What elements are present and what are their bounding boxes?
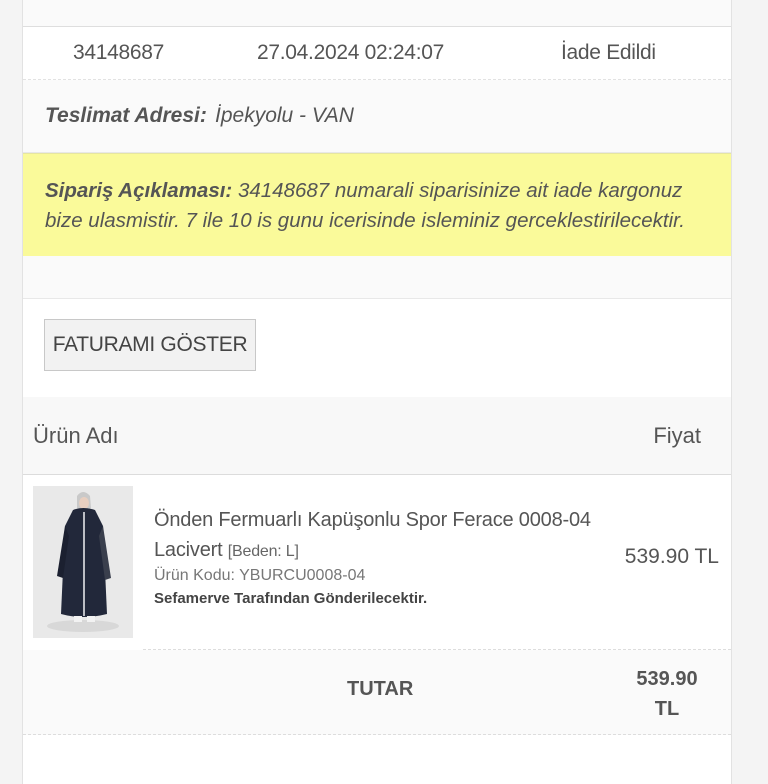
table-row: Önden Fermuarlı Kapüşonlu Spor Ferace 00… <box>23 475 731 649</box>
product-name-text: Önden Fermuarlı Kapüşonlu Spor Ferace 00… <box>154 509 591 561</box>
total-label: TUTAR <box>347 678 414 700</box>
product-table-header: Ürün Adı Fiyat <box>23 397 731 475</box>
spacer-row <box>23 256 731 299</box>
product-thumbnail-illustration <box>33 486 133 638</box>
delivery-address-row: Teslimat Adresi: İpekyolu - VAN <box>23 80 731 153</box>
order-detail-panel: 34148687 27.04.2024 02:24:07 İade Edildi… <box>22 0 732 784</box>
order-number: 34148687 <box>73 41 165 64</box>
order-summary-row: 34148687 27.04.2024 02:24:07 İade Edildi <box>23 27 731 80</box>
product-sender: Sefamerve Tarafından Gönderilecektir. <box>154 590 428 607</box>
product-code: Ürün Kodu: YBURCU0008-04 <box>154 567 366 584</box>
total-row: TUTAR 539.90 TL <box>23 650 731 735</box>
order-header-row-cut <box>23 0 731 27</box>
product-price: 539.90 TL <box>624 545 719 568</box>
order-note-text: Sipariş Açıklaması: 34148687 numarali si… <box>45 176 717 236</box>
delivery-address-value: İpekyolu - VAN <box>215 104 354 127</box>
total-currency: TL <box>654 698 680 720</box>
total-amount: 539.90 <box>636 668 698 690</box>
product-size: [Beden: L] <box>227 543 299 560</box>
column-price: Fiyat <box>653 423 701 448</box>
delivery-address-label: Teslimat Adresi: <box>45 104 207 127</box>
order-status: İade Edildi <box>561 41 656 64</box>
total-value: 539.90 TL <box>627 664 707 724</box>
product-image[interactable] <box>33 486 133 638</box>
column-product-name: Ürün Adı <box>33 423 119 448</box>
show-invoice-button[interactable]: FATURAMI GÖSTER <box>44 319 256 371</box>
order-note: Sipariş Açıklaması: 34148687 numarali si… <box>23 153 731 257</box>
order-note-label: Sipariş Açıklaması: <box>45 179 233 202</box>
product-name[interactable]: Önden Fermuarlı Kapüşonlu Spor Ferace 00… <box>154 505 624 567</box>
order-date: 27.04.2024 02:24:07 <box>257 41 444 64</box>
